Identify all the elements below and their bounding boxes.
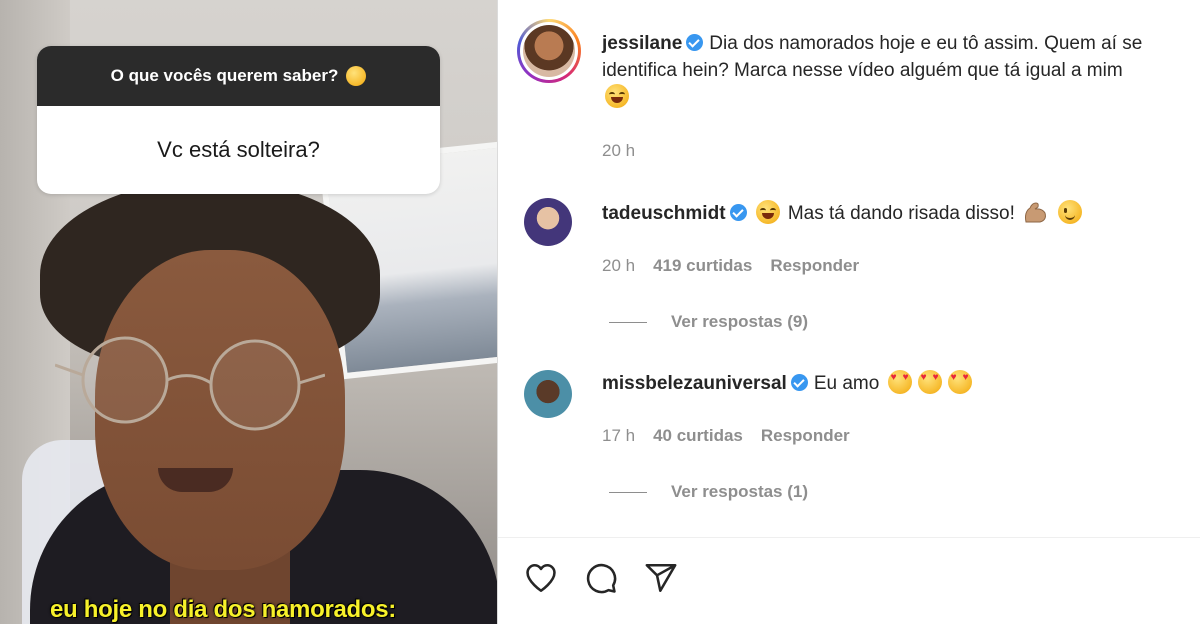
question-text: Vc está solteira? [157,137,320,162]
author-username[interactable]: jessilane [602,33,682,54]
person-glasses [55,336,325,431]
question-header: O que vocês querem saber? [37,46,440,106]
comment-time[interactable]: 17 h [602,426,635,446]
commenter-avatar[interactable] [524,198,572,246]
winking-emoji-icon [1058,200,1083,224]
verified-badge-icon [790,374,808,391]
tears-of-joy-emoji-icon [605,84,629,108]
verified-badge-icon [686,34,704,51]
reply-button[interactable]: Responder [761,426,850,446]
verified-badge-icon [729,204,747,221]
comment-text: Mas tá dando risada disso! [787,203,1015,224]
tears-of-joy-emoji-icon [755,200,780,224]
comment-text: Eu amo [813,373,880,394]
heart-eyes-emoji-icon [887,370,912,394]
caption-line-2: identifica hein? Marca nesse vídeo algué… [602,60,1123,81]
video-caption: eu hoje no dia dos namorados: [50,596,397,623]
actions-divider [498,537,1200,538]
thinking-emoji-icon [346,66,367,86]
comment-likes[interactable]: 419 curtidas [653,256,752,276]
view-replies-text[interactable]: Ver respostas (1) [671,482,808,502]
author-avatar-image [523,25,575,77]
comment: missbelezauniversal Eu amo [602,370,975,397]
caption-line-1: Dia dos namorados hoje e eu tô assim. Qu… [709,33,1143,54]
replies-divider-line [609,321,647,323]
view-replies-button[interactable]: Ver respostas (1) [609,482,808,502]
replies-divider-line [609,491,647,493]
story-video[interactable]: O que vocês querem saber? Vc está soltei… [0,0,497,624]
comment-meta: 20 h 419 curtidas Responder [602,256,859,276]
comment-meta: 17 h 40 curtidas Responder [602,426,850,446]
comment-username[interactable]: tadeuschmidt [602,203,726,224]
flexed-biceps-emoji-icon [1025,202,1047,223]
post-meta: 20 h [602,141,635,161]
post-panel: jessilane Dia dos namorados hoje e eu tô … [497,0,1200,624]
comment-time[interactable]: 20 h [602,256,635,276]
share-icon[interactable] [644,561,678,595]
comment-likes[interactable]: 40 curtidas [653,426,743,446]
comment: tadeuschmidt Mas tá dando risada disso! [602,200,1085,227]
heart-eyes-emoji-icon [947,370,972,394]
comment-username[interactable]: missbelezauniversal [602,373,787,394]
author-avatar[interactable] [517,19,581,83]
question-sticker: O que vocês querem saber? Vc está soltei… [37,46,440,194]
comment-icon[interactable] [584,561,618,595]
post-actions [524,561,678,595]
reply-button[interactable]: Responder [770,256,859,276]
view-replies-text[interactable]: Ver respostas (9) [671,312,808,332]
post-time[interactable]: 20 h [602,141,635,161]
post-caption: jessilane Dia dos namorados hoje e eu tô … [602,30,1200,111]
commenter-avatar[interactable] [524,370,572,418]
heart-eyes-emoji-icon [917,370,942,394]
question-header-text: O que vocês querem saber? [110,66,339,85]
view-replies-button[interactable]: Ver respostas (9) [609,312,808,332]
heart-icon[interactable] [524,561,558,595]
